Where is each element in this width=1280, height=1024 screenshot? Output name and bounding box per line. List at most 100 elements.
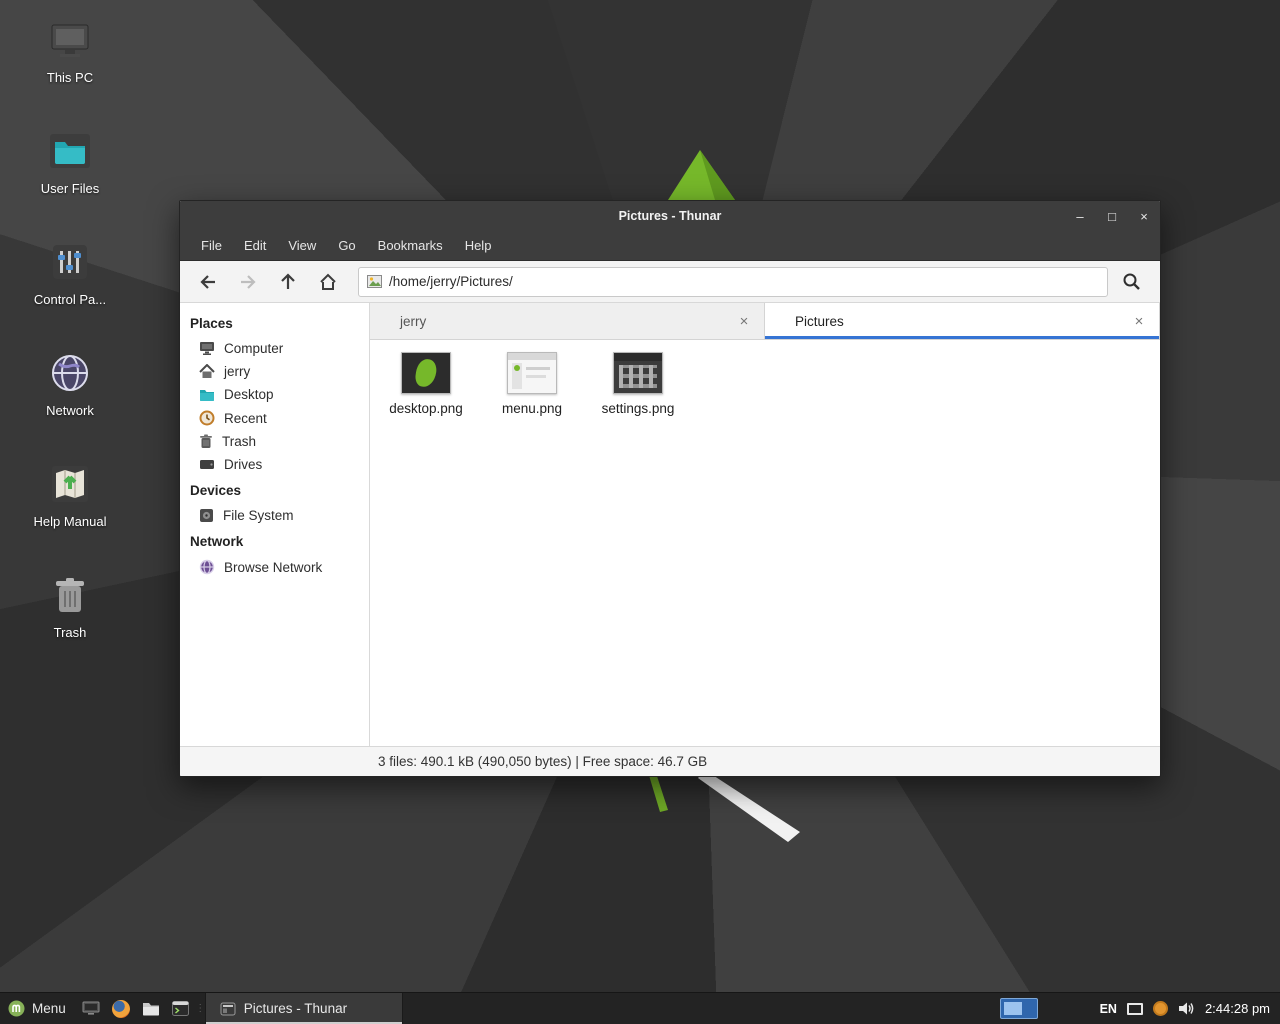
sidebar-item-computer[interactable]: Computer — [180, 337, 369, 360]
sidebar-item-label: Browse Network — [224, 560, 322, 575]
back-button[interactable] — [190, 266, 226, 298]
window-controls: – □ × — [1064, 201, 1160, 231]
sidebar-item-label: Desktop — [224, 387, 274, 402]
desktop-icon-label: User Files — [22, 181, 118, 196]
minimize-button[interactable]: – — [1064, 201, 1096, 231]
desktop-icon-this-pc[interactable]: This PC — [22, 16, 118, 85]
menu-go[interactable]: Go — [327, 231, 366, 261]
update-notifier-icon — [1153, 1001, 1168, 1016]
firefox-launcher[interactable] — [106, 993, 136, 1024]
sidebar-item-drives[interactable]: Drives — [180, 453, 369, 476]
drive-icon — [199, 458, 215, 471]
image-file-icon — [367, 275, 382, 288]
display-tray-button[interactable] — [1127, 1003, 1143, 1015]
status-text: 3 files: 490.1 kB (490,050 bytes) | Free… — [378, 754, 707, 769]
tab-label: jerry — [400, 314, 426, 329]
sidebar-section-devices: Devices — [180, 476, 369, 504]
file-desktop-png[interactable]: desktop.png — [378, 352, 474, 416]
sidebar-item-recent[interactable]: Recent — [180, 406, 369, 430]
desktop-icon-user-files[interactable]: User Files — [22, 127, 118, 196]
taskbar-separator: ⋮ — [196, 993, 205, 1024]
show-desktop-button[interactable] — [76, 993, 106, 1024]
desktop-icon-trash[interactable]: Trash — [22, 571, 118, 640]
home-button[interactable] — [310, 266, 346, 298]
sidebar-item-browse-network[interactable]: Browse Network — [180, 555, 369, 579]
menu-file[interactable]: File — [190, 231, 233, 261]
clock[interactable]: 2:44:28 pm — [1205, 1001, 1270, 1016]
filesystem-icon — [199, 508, 214, 523]
path-bar[interactable]: /home/jerry/Pictures/ — [358, 267, 1108, 297]
menu-help[interactable]: Help — [454, 231, 503, 261]
computer-icon — [46, 16, 94, 64]
menu-bookmarks[interactable]: Bookmarks — [367, 231, 454, 261]
taskbar: Menu ⋮ Pictures - Thunar EN 2:44:28 pm — [0, 992, 1280, 1024]
forward-button[interactable] — [230, 266, 266, 298]
titlebar[interactable]: Pictures - Thunar – □ × — [180, 201, 1160, 231]
file-manager-icon — [142, 1001, 160, 1016]
tab-jerry[interactable]: jerry × — [370, 303, 765, 339]
menu-edit[interactable]: Edit — [233, 231, 277, 261]
toolbar: /home/jerry/Pictures/ — [180, 261, 1160, 303]
maximize-button[interactable]: □ — [1096, 201, 1128, 231]
window-title: Pictures - Thunar — [180, 209, 1160, 223]
system-monitor-widget[interactable] — [1000, 998, 1038, 1019]
keyboard-layout-indicator[interactable]: EN — [1100, 1002, 1117, 1016]
file-menu-png[interactable]: menu.png — [484, 352, 580, 416]
task-button-thunar[interactable]: Pictures - Thunar — [205, 993, 403, 1024]
desktop-icon-label: Help Manual — [22, 514, 118, 529]
desktop-icon-label: This PC — [22, 70, 118, 85]
volume-button[interactable] — [1178, 1001, 1195, 1016]
path-text: /home/jerry/Pictures/ — [389, 274, 513, 289]
desktop-icon-control-panel[interactable]: Control Pa... — [22, 238, 118, 307]
desktop-icon-network[interactable]: Network — [22, 349, 118, 418]
menu-view[interactable]: View — [277, 231, 327, 261]
desktop-icon-help-manual[interactable]: Help Manual — [22, 460, 118, 529]
desktop-icon-label: Network — [22, 403, 118, 418]
terminal-launcher[interactable] — [166, 993, 196, 1024]
up-button[interactable] — [270, 266, 306, 298]
wallpaper-streak-accent — [610, 770, 830, 860]
file-settings-png[interactable]: settings.png — [590, 352, 686, 416]
control-panel-icon — [46, 238, 94, 286]
sidebar-item-jerry[interactable]: jerry — [180, 360, 369, 383]
window-content: Places Computer jerry Desktop Recent Tra… — [180, 303, 1160, 746]
update-notifier-button[interactable] — [1153, 1001, 1168, 1016]
search-button[interactable] — [1112, 266, 1150, 298]
sidebar-item-label: Recent — [224, 411, 267, 426]
wallpaper-logo-accent — [640, 150, 760, 205]
show-desktop-icon — [82, 1001, 100, 1016]
firefox-icon — [112, 1000, 130, 1018]
file-manager-launcher[interactable] — [136, 993, 166, 1024]
terminal-icon — [172, 1001, 189, 1016]
menu-button-label: Menu — [32, 1001, 66, 1016]
file-thumbnail — [613, 352, 663, 394]
sidebar-item-label: File System — [223, 508, 294, 523]
sidebar-item-trash[interactable]: Trash — [180, 430, 369, 453]
file-name: settings.png — [590, 401, 686, 416]
globe-icon — [199, 559, 215, 575]
volume-icon — [1178, 1001, 1195, 1016]
close-button[interactable]: × — [1128, 201, 1160, 231]
sidebar-item-file-system[interactable]: File System — [180, 504, 369, 527]
tab-close-icon[interactable]: × — [734, 311, 754, 331]
trash-icon — [46, 571, 94, 619]
sidebar-item-label: jerry — [224, 364, 250, 379]
folder-icon — [46, 127, 94, 175]
sidebar: Places Computer jerry Desktop Recent Tra… — [180, 303, 370, 746]
tab-close-icon[interactable]: × — [1129, 311, 1149, 331]
mint-menu-icon — [8, 1000, 25, 1017]
sidebar-item-label: Trash — [222, 434, 256, 449]
system-tray: EN 2:44:28 pm — [1000, 993, 1280, 1024]
sidebar-item-desktop[interactable]: Desktop — [180, 383, 369, 406]
tab-pictures[interactable]: Pictures × — [765, 303, 1160, 339]
task-button-label: Pictures - Thunar — [244, 1001, 347, 1016]
menu-button[interactable]: Menu — [0, 993, 76, 1024]
sidebar-item-label: Computer — [224, 341, 283, 356]
sidebar-section-network: Network — [180, 527, 369, 555]
computer-icon — [199, 341, 215, 356]
network-globe-icon — [46, 349, 94, 397]
display-icon — [1127, 1003, 1143, 1015]
menubar: File Edit View Go Bookmarks Help — [180, 231, 1160, 261]
help-manual-icon — [46, 460, 94, 508]
file-view[interactable]: desktop.png menu.png settings.png — [370, 340, 1160, 746]
